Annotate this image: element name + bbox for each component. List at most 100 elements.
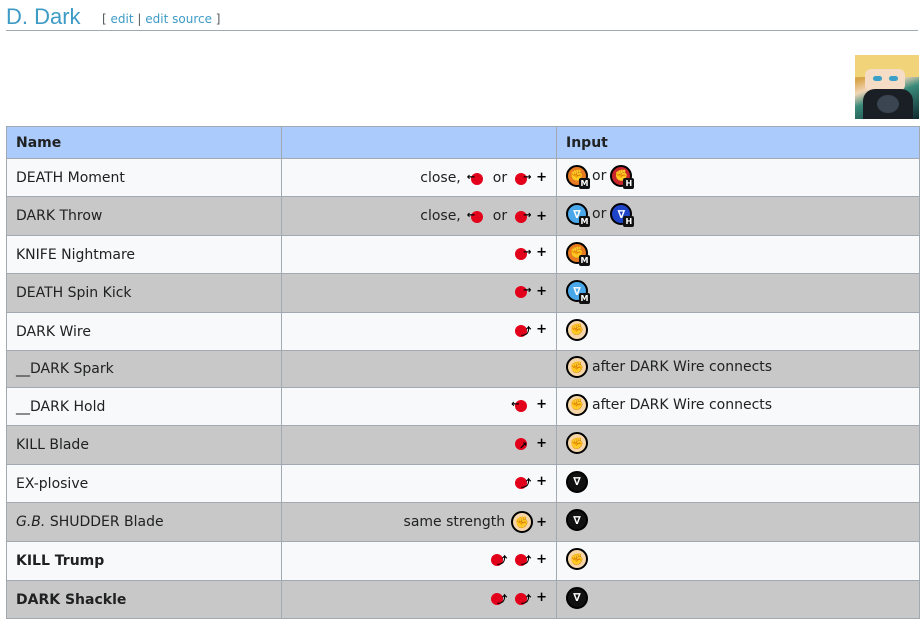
input-buttons: ∇ — [566, 586, 588, 609]
table-row: DARK Shackle ⤴ ⤴ + ∇ — [6, 580, 920, 619]
bracket-close: ] — [215, 12, 221, 26]
or-text: or — [592, 206, 607, 222]
section-heading: D. Dark [ edit | edit source ] — [6, 4, 918, 31]
strength-badge: M — [579, 177, 590, 189]
table-row: KNIFE Nightmare → + ✊ M — [6, 235, 920, 274]
kick-button-m-icon: ∇ M — [566, 203, 590, 227]
move-name-cell: EX-plosive — [6, 464, 282, 503]
move-name-cell: KILL Trump — [6, 541, 282, 581]
plus-sign: + — [536, 551, 547, 567]
strength-badge: M — [579, 293, 590, 304]
edit-section-links: [ edit | edit source ] — [102, 11, 220, 27]
motion-cell: ← + — [281, 387, 557, 426]
arrow-icon: ← — [466, 210, 476, 221]
move-name: __DARK Spark — [16, 361, 114, 377]
punch-icon: ✊ — [566, 356, 588, 378]
back-stick-icon: ← — [511, 396, 533, 414]
arrow-icon: ↗ — [519, 441, 528, 452]
motion-cell: ⤴ ⤴ + — [281, 541, 557, 581]
move-name: __DARK Hold — [16, 398, 106, 415]
character-portrait[interactable] — [855, 55, 919, 119]
moves-table: Name Input DEATH Moment close, ← or → + ✊ Mor ✊ H… — [6, 126, 920, 619]
motion-sequence: same strength ✊ + — [404, 511, 547, 533]
strength-badge: M — [579, 216, 590, 227]
kick-icon: ∇ — [566, 586, 588, 609]
header-name: Name — [6, 126, 282, 159]
input-cell: ∇ — [556, 580, 920, 619]
motion-cell — [281, 350, 557, 388]
move-name: KILL Blade — [16, 437, 89, 453]
motion-sequence: close, ← or → + — [420, 169, 547, 187]
after-wire-note: after DARK Wire connects — [592, 359, 773, 375]
punch-icon: ✊ — [566, 393, 588, 416]
table-row: G.B. SHUDDER Blade same strength ✊ + ∇ — [6, 502, 920, 542]
motion-sequence: ⤴ ⤴ + — [487, 589, 547, 607]
qcf-stick-icon: ⤴ — [511, 550, 533, 568]
move-name-cell: __DARK Hold — [6, 387, 282, 426]
input-buttons: ∇ — [566, 470, 588, 493]
table-row: DARK Wire ⤴ + ✊ — [6, 312, 920, 351]
motion-cell: close, ← or → + — [281, 158, 557, 197]
input-cell: ✊ after DARK Wire connects — [556, 350, 920, 388]
input-buttons: ∇ — [566, 509, 588, 531]
move-name-cell: G.B. SHUDDER Blade — [6, 502, 282, 542]
arrow-icon: ⤴ — [521, 556, 532, 567]
edit-link[interactable]: edit — [111, 12, 134, 26]
arrow-icon: → — [523, 171, 532, 183]
input-cell: ∇ M — [556, 273, 920, 313]
motion-prefix: same strength — [403, 514, 506, 530]
back-stick-icon: ← — [467, 169, 489, 187]
move-name: DARK Wire — [16, 323, 91, 340]
move-name-cell: DEATH Spin Kick — [6, 273, 282, 313]
move-name: DARK Throw — [16, 208, 103, 224]
arrow-icon: ⤴ — [497, 556, 508, 567]
header-input: Input — [556, 126, 920, 159]
kick-icon: ∇ — [566, 509, 588, 531]
table-row: KILL Trump ⤴ ⤴ + ✊ — [6, 541, 920, 581]
move-name: DEATH Moment — [16, 169, 125, 186]
after-wire-note: after DARK Wire connects — [592, 396, 773, 413]
motion-sequence: ↗ + — [511, 434, 547, 452]
punch-button-m-icon: ✊ M — [566, 241, 590, 266]
plus-sign: + — [536, 435, 547, 451]
input-buttons: ✊ M — [566, 241, 590, 266]
arrow-icon: ⤴ — [521, 594, 532, 606]
kick-button-m-icon: ∇ M — [566, 280, 590, 304]
plus-sign: + — [536, 283, 547, 299]
punch-icon: ✊ — [566, 318, 588, 341]
or-text: or — [492, 169, 508, 186]
move-name: KNIFE Nightmare — [16, 246, 136, 263]
input-cell: ✊ — [556, 425, 920, 465]
motion-cell: ⤴ ⤴ + — [281, 580, 557, 619]
punch-button-m-icon: ✊ M — [566, 164, 590, 189]
back-stick-icon: ← — [467, 207, 489, 225]
qcf-stick-icon: ⤴ — [511, 321, 533, 339]
qcf-stick-icon: ⤴ — [487, 550, 509, 568]
move-name-cell: DARK Wire — [6, 312, 282, 351]
motion-prefix: close, — [420, 208, 461, 224]
punch-icon: ✊ — [566, 548, 588, 570]
motion-cell: ↗ + — [281, 425, 557, 465]
qcf-stick-icon: ⤴ — [487, 589, 509, 607]
edit-source-link[interactable]: edit source — [145, 12, 212, 26]
plus-sign: + — [536, 514, 547, 530]
or-text: or — [592, 167, 607, 184]
motion-sequence: ⤴ ⤴ + — [487, 550, 547, 568]
move-name-cell: KNIFE Nightmare — [6, 235, 282, 274]
header-motion — [281, 126, 557, 159]
separator: | — [137, 12, 142, 26]
move-name: KILL Trump — [16, 553, 105, 569]
motion-cell: → + — [281, 273, 557, 313]
kick-icon: ∇ — [566, 470, 588, 493]
move-name: DARK Shackle — [16, 591, 127, 608]
plus-sign: + — [536, 245, 547, 260]
motion-cell: close, ← or → + — [281, 196, 557, 236]
input-cell: ✊ M — [556, 235, 920, 274]
input-buttons: ✊ — [566, 432, 588, 454]
qcf-stick-icon: ⤴ — [511, 473, 533, 491]
motion-cell: ⤴ + — [281, 464, 557, 503]
input-cell: ∇ — [556, 502, 920, 542]
input-cell: ✊ — [556, 541, 920, 581]
move-name-cell: DARK Throw — [6, 196, 282, 236]
plus-sign: + — [536, 322, 547, 337]
